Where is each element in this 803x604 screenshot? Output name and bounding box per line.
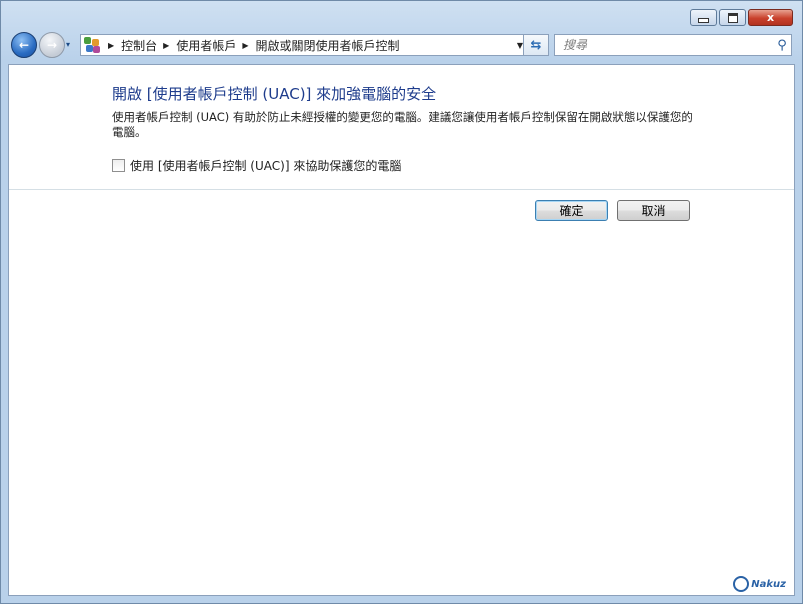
minimize-icon xyxy=(698,17,709,23)
app-window: x ← → ▾ ▶ 控制台 ▶ 使用者帳戶 ▶ 開啟或關閉使用者帳戶控制 ▼ ⇆… xyxy=(0,0,803,604)
ok-button[interactable]: 確定 xyxy=(535,200,608,221)
navigation-bar: ← → ▾ ▶ 控制台 ▶ 使用者帳戶 ▶ 開啟或關閉使用者帳戶控制 ▼ ⇆ ⚲ xyxy=(9,31,794,59)
content-pane: 開啟 [使用者帳戶控制 (UAC)] 來加強電腦的安全 使用者帳戶控制 (UAC… xyxy=(8,64,795,596)
watermark-icon xyxy=(733,576,750,592)
divider xyxy=(9,189,794,190)
search-box[interactable]: ⚲ xyxy=(554,34,792,56)
watermark-text: Nakuz xyxy=(751,578,786,590)
forward-arrow-icon: → xyxy=(46,38,58,52)
maximize-icon xyxy=(727,12,738,23)
breadcrumb-control-panel[interactable]: 控制台 xyxy=(121,37,157,54)
watermark-logo: Nakuz xyxy=(733,576,786,592)
breadcrumb-user-accounts[interactable]: 使用者帳戶 xyxy=(176,37,236,54)
caption-buttons: x xyxy=(690,9,793,26)
refresh-icon: ⇆ xyxy=(530,37,542,53)
cancel-button[interactable]: 取消 xyxy=(617,200,690,221)
page-description: 使用者帳戶控制 (UAC) 有助於防止未經授權的變更您的電腦。建議您讓使用者帳戶… xyxy=(112,110,693,139)
back-button[interactable]: ← xyxy=(11,32,37,58)
breadcrumb-separator-icon[interactable]: ▶ xyxy=(242,41,248,50)
recent-pages-button[interactable]: ▾ xyxy=(66,40,76,50)
maximize-button[interactable] xyxy=(719,9,746,26)
breadcrumb-uac-settings[interactable]: 開啟或關閉使用者帳戶控制 xyxy=(256,37,400,54)
search-input[interactable] xyxy=(561,37,773,53)
uac-checkbox-label[interactable]: 使用 [使用者帳戶控制 (UAC)] 來協助保護您的電腦 xyxy=(130,157,401,174)
chevron-down-icon: ▾ xyxy=(66,40,71,49)
breadcrumb-separator-icon[interactable]: ▶ xyxy=(163,41,169,50)
back-arrow-icon: ← xyxy=(18,38,30,52)
address-bar[interactable]: ▶ 控制台 ▶ 使用者帳戶 ▶ 開啟或關閉使用者帳戶控制 ▼ xyxy=(80,34,528,56)
control-panel-icon xyxy=(84,37,102,53)
uac-checkbox[interactable] xyxy=(112,159,125,172)
close-button[interactable]: x xyxy=(748,9,793,26)
refresh-button[interactable]: ⇆ xyxy=(523,34,549,56)
close-icon: x xyxy=(766,11,775,24)
minimize-button[interactable] xyxy=(690,9,717,26)
breadcrumb-separator-icon[interactable]: ▶ xyxy=(108,41,114,50)
forward-button[interactable]: → xyxy=(39,32,65,58)
page-title: 開啟 [使用者帳戶控制 (UAC)] 來加強電腦的安全 xyxy=(112,85,437,103)
uac-option[interactable]: 使用 [使用者帳戶控制 (UAC)] 來協助保護您的電腦 xyxy=(112,157,401,174)
search-icon[interactable]: ⚲ xyxy=(773,38,791,53)
